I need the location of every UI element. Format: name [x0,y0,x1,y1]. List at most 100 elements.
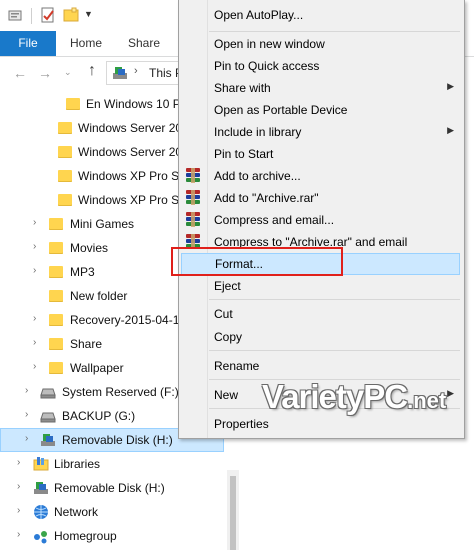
menu-item-label: Copy [214,330,243,344]
folder-icon [49,312,65,328]
tree-item-label: Recovery-2015-04-19 [70,313,187,327]
toolbar-separator [31,8,32,24]
winrar-icon [186,234,202,250]
expand-chevron-icon[interactable]: › [33,241,36,252]
properties-icon[interactable] [8,7,24,23]
menu-item-share-with[interactable]: Share with ▶ [181,77,460,99]
tree-item-removable-disk[interactable]: › Removable Disk (H:) [0,476,236,500]
tree-item-label: MP3 [70,265,95,279]
menu-item-compress-and-email[interactable]: Compress and email... [181,209,460,231]
expand-chevron-icon[interactable]: › [33,265,36,276]
watermark-suffix: .net [407,388,447,413]
menu-item-properties[interactable]: Properties [181,413,460,435]
tree-item-label: Wallpaper [70,361,124,375]
properties-check-icon[interactable] [40,7,56,23]
submenu-arrow-icon: ▶ [447,81,454,91]
new-folder-icon[interactable] [63,7,79,23]
tree-item-network[interactable]: › Network [0,500,236,524]
back-arrow-icon[interactable]: ← [13,65,27,81]
tree-item-label: En Windows 10 Pr [86,97,185,111]
menu-separator [209,299,460,300]
menu-item-format[interactable]: Format... [181,253,460,275]
hard-drive-icon [40,412,56,423]
up-arrow-icon[interactable]: ↑ [88,62,96,80]
tab-home[interactable]: Home [58,31,114,56]
network-icon [34,505,48,519]
menu-item-open-autoplay[interactable]: Open AutoPlay... [181,4,460,26]
removable-disk-icon [113,67,127,79]
folder-icon [58,144,74,160]
tab-file[interactable]: File [0,31,56,56]
expand-chevron-icon[interactable]: › [25,433,28,444]
tree-item-label: Movies [70,241,109,255]
customize-toolbar-dropdown-icon[interactable]: ▼ [84,9,93,19]
tree-scrollbar-thumb[interactable] [230,476,236,550]
menu-item-label: Share with [214,81,271,95]
expand-chevron-icon[interactable]: › [17,529,20,540]
tree-item-label: Windows XP Pro SP [78,169,188,183]
expand-chevron-icon[interactable]: › [33,313,36,324]
expand-chevron-icon[interactable]: › [25,385,28,396]
context-menu: Open AutoPlay... Open in new window Pin … [178,0,465,439]
folder-icon [49,360,65,376]
menu-item-eject[interactable]: Eject [181,275,460,297]
menu-item-pin-to-start[interactable]: Pin to Start [181,143,460,165]
tree-item-label: Removable Disk (H:) [54,481,165,495]
tree-item-label: New folder [70,289,128,303]
tab-share[interactable]: Share [118,31,170,56]
menu-item-add-to-archive-rar[interactable]: Add to "Archive.rar" [181,187,460,209]
menu-separator [209,350,460,351]
menu-item-include-in-library[interactable]: Include in library ▶ [181,121,460,143]
homegroup-icon [34,531,47,544]
tree-item-label: Windows XP Pro SP [78,193,188,207]
watermark-logo: VarietyPC.net [262,378,446,416]
menu-item-pin-quick-access[interactable]: Pin to Quick access [181,55,460,77]
expand-chevron-icon[interactable]: › [33,337,36,348]
breadcrumb-chevron-icon: › [134,65,138,77]
submenu-arrow-icon: ▶ [447,388,454,398]
libraries-icon [33,457,49,471]
submenu-arrow-icon: ▶ [447,125,454,135]
menu-item-label: New [214,388,239,402]
menu-item-label: Add to "Archive.rar" [214,191,319,205]
menu-item-compress-rar-email[interactable]: Compress to "Archive.rar" and email [181,231,460,253]
menu-item-cut[interactable]: Cut [181,303,460,325]
folder-icon [58,120,74,136]
winrar-icon [186,190,202,206]
menu-item-open-new-window[interactable]: Open in new window [181,33,460,55]
folder-icon [49,240,65,256]
tree-item-libraries[interactable]: › Libraries [0,452,236,476]
menu-item-label: Properties [214,417,269,431]
winrar-icon [186,168,202,184]
menu-item-label: Format... [215,257,264,271]
tree-item-label: BACKUP (G:) [62,409,136,423]
menu-item-label: Rename [214,359,260,373]
forward-arrow-icon[interactable]: → [38,65,52,81]
menu-item-label: Open AutoPlay... [214,8,304,22]
menu-item-add-to-archive[interactable]: Add to archive... [181,165,460,187]
recent-locations-chevron-icon[interactable]: ⌄ [64,67,72,78]
menu-item-open-portable-device[interactable]: Open as Portable Device [181,99,460,121]
tree-item-label: Windows Server 20 [78,121,183,135]
expand-chevron-icon[interactable]: › [33,361,36,372]
tree-item-homegroup[interactable]: › Homegroup [0,524,236,548]
menu-item-copy[interactable]: Copy [181,326,460,348]
hard-drive-icon [40,388,56,399]
winrar-icon [186,212,202,228]
menu-item-rename[interactable]: Rename [181,355,460,377]
menu-item-label: Add to archive... [214,169,301,183]
expand-chevron-icon[interactable]: › [17,505,20,516]
address-bar[interactable]: › This P [106,61,187,85]
watermark-text: VarietyPC [262,378,408,415]
folder-icon [58,168,74,184]
expand-chevron-icon[interactable]: › [17,457,20,468]
menu-item-label: Open in new window [214,37,325,51]
menu-item-label: Eject [214,279,241,293]
tree-item-label: Windows Server 20 [78,145,183,159]
folder-icon [49,336,65,352]
folder-icon [49,264,65,280]
folder-icon [66,96,82,112]
expand-chevron-icon[interactable]: › [25,409,28,420]
expand-chevron-icon[interactable]: › [33,217,36,228]
expand-chevron-icon[interactable]: › [17,481,20,492]
